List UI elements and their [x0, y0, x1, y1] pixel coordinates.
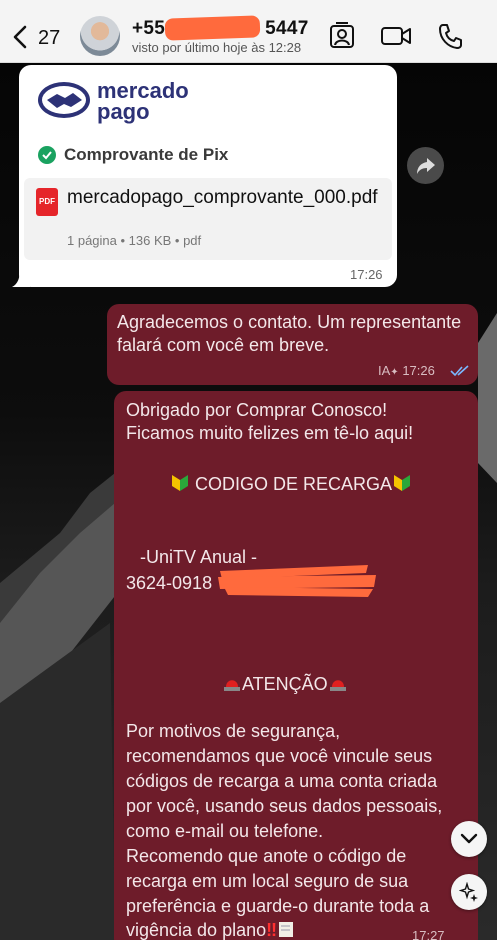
message-line: por você, usando seus dados pessoais, — [126, 796, 443, 816]
ai-sparkle-button[interactable] — [451, 874, 487, 910]
siren-icon — [222, 672, 242, 698]
beginner-badge-icon — [392, 472, 412, 498]
message-meta: IA✦ 17:26 — [378, 363, 435, 378]
mercadopago-logo-text: mercado pago — [97, 78, 189, 124]
memo-icon — [277, 920, 295, 940]
message-text: Agradecemos o contato. Um representante … — [117, 312, 462, 355]
chat-header: 27 +55 5447 visto por último hoje às 12:2… — [0, 0, 497, 63]
message-line: códigos de recarga a uma conta criada — [126, 771, 438, 791]
pdf-icon: PDF — [36, 188, 58, 216]
forward-button[interactable] — [407, 147, 444, 184]
message-line: Por motivos de segurança, — [126, 721, 341, 741]
message-line: vigência do plano‼ — [126, 919, 295, 940]
banner-subtitle: Comprovante de Pix — [64, 145, 229, 164]
message-line: preferência e guarde-o durante toda a — [126, 896, 430, 916]
contact-card-icon[interactable] — [328, 22, 356, 50]
unread-count[interactable]: 27 — [38, 27, 60, 50]
double-check-icon — [450, 365, 469, 377]
recharge-heading: CODIGO DE RECARGA — [170, 472, 412, 498]
forward-icon — [416, 157, 435, 174]
redaction-mark — [164, 15, 261, 41]
chevron-down-icon — [460, 833, 478, 844]
handshake-logo-icon — [38, 82, 90, 118]
message-time: 17:26 — [350, 267, 383, 282]
sparkle-icon — [459, 882, 478, 902]
document-filename[interactable]: mercadopago_comprovante_000.pdf — [67, 186, 385, 209]
contact-avatar[interactable] — [80, 16, 120, 56]
message-line: recarga em um local seguro de sua — [126, 871, 409, 891]
bubble-tail — [12, 268, 30, 287]
video-call-icon[interactable] — [380, 22, 412, 50]
message-line: como e-mail ou telefone. — [126, 821, 324, 841]
message-line: Recomendo que anote o código de — [126, 846, 407, 866]
phone-icon[interactable] — [437, 22, 463, 50]
siren-icon — [328, 672, 348, 698]
redaction-mark — [218, 565, 376, 597]
back-chevron-icon[interactable] — [10, 24, 30, 50]
message-line: Ficamos muito felizes em tê-lo aqui! — [126, 423, 414, 443]
recharge-code: 3624-0918 — [126, 573, 213, 593]
contact-status: visto por último hoje às 12:28 — [132, 40, 302, 55]
message-line: Obrigado por Comprar Conosco! — [126, 400, 388, 420]
attention-heading: ATENÇÃO — [222, 672, 348, 698]
check-circle-icon — [38, 146, 56, 164]
beginner-badge-icon — [170, 472, 190, 498]
document-meta: 1 página • 136 KB • pdf — [67, 233, 202, 248]
message-time: 17:27 — [412, 928, 445, 940]
message-line: recomendamos que você vincule seus — [126, 746, 433, 766]
scroll-down-button[interactable] — [451, 821, 487, 857]
